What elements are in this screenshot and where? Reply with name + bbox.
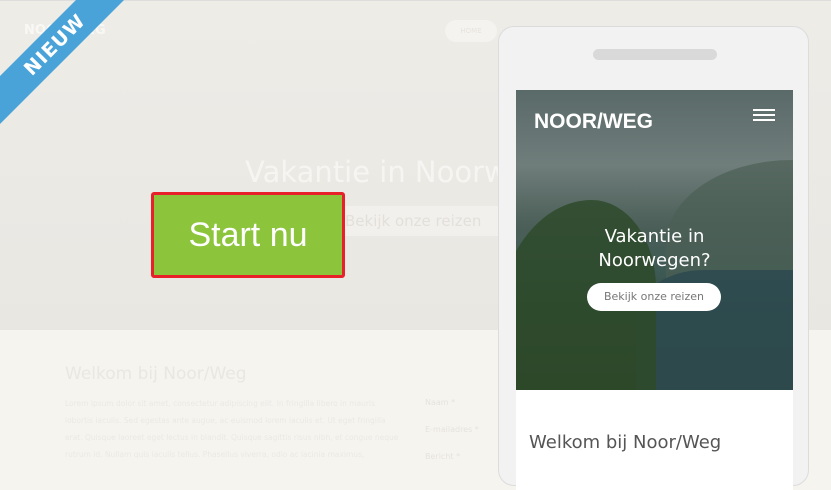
- background-form: Naam * E-mailadres * Bericht *: [425, 398, 479, 479]
- phone-content: Welkom bij Noor/Weg: [516, 390, 793, 490]
- background-welcome-text: Lorem ipsum dolor sit amet, consectetur …: [65, 399, 399, 459]
- background-welcome-heading: Welkom bij Noor/Weg: [65, 364, 247, 384]
- form-label-email: E-mailadres *: [425, 425, 479, 434]
- phone-speaker: [593, 49, 717, 60]
- mobile-view-trips-button[interactable]: Bekijk onze reizen: [587, 283, 721, 311]
- background-hero-button: Bekijk onze reizen: [335, 206, 500, 236]
- start-now-button[interactable]: Start nu: [151, 192, 345, 278]
- form-label-name: Naam *: [425, 398, 456, 407]
- background-home-button: HOME: [445, 20, 497, 42]
- mobile-hero-title-line1: Vakantie in: [604, 226, 705, 247]
- phone-mockup: NOOR/WEG Vakantie in Noorwegen? Bekijk o…: [498, 26, 809, 490]
- background-hero-title: Vakantie in Noorwegen?: [245, 155, 500, 189]
- hamburger-icon[interactable]: [753, 109, 775, 124]
- mobile-hero-title: Vakantie in Noorwegen?: [516, 225, 793, 273]
- phone-screen-hero: NOOR/WEG Vakantie in Noorwegen? Bekijk o…: [516, 90, 793, 390]
- mobile-welcome-heading: Welkom bij Noor/Weg: [529, 432, 722, 453]
- mobile-hero-title-line2: Noorwegen?: [598, 250, 711, 271]
- mobile-logo: NOOR/WEG: [534, 110, 653, 133]
